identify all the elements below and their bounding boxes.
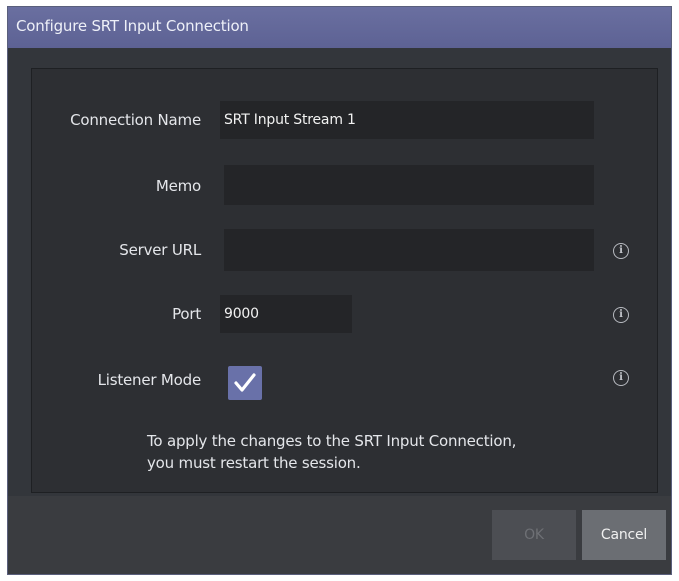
server-url-label: Server URL: [119, 241, 201, 259]
listener-mode-label: Listener Mode: [97, 371, 202, 389]
configure-srt-dialog: Configure SRT Input Connection Connectio…: [7, 6, 672, 575]
memo-label: Memo: [155, 177, 201, 195]
listener-mode-info-icon[interactable]: i: [613, 370, 629, 386]
checkmark-icon: [234, 373, 256, 392]
dialog-title: Configure SRT Input Connection: [16, 17, 249, 35]
port-info-icon[interactable]: i: [613, 307, 629, 323]
connection-name-label: Connection Name: [70, 111, 201, 129]
port-input[interactable]: [220, 295, 352, 333]
memo-input[interactable]: [224, 165, 594, 205]
dialog-footer: OK Cancel: [8, 496, 671, 574]
dialog-title-bar[interactable]: Configure SRT Input Connection: [8, 7, 671, 48]
port-label: Port: [172, 305, 201, 323]
server-url-info-icon[interactable]: i: [613, 243, 629, 259]
connection-name-input[interactable]: [220, 101, 594, 139]
restart-note: To apply the changes to the SRT Input Co…: [147, 430, 516, 474]
server-url-input[interactable]: [224, 229, 594, 271]
listener-mode-checkbox[interactable]: [228, 366, 262, 400]
restart-note-line-1: To apply the changes to the SRT Input Co…: [147, 432, 517, 450]
cancel-button[interactable]: Cancel: [582, 510, 666, 560]
ok-button[interactable]: OK: [492, 510, 576, 560]
restart-note-line-2: you must restart the session.: [147, 454, 361, 472]
